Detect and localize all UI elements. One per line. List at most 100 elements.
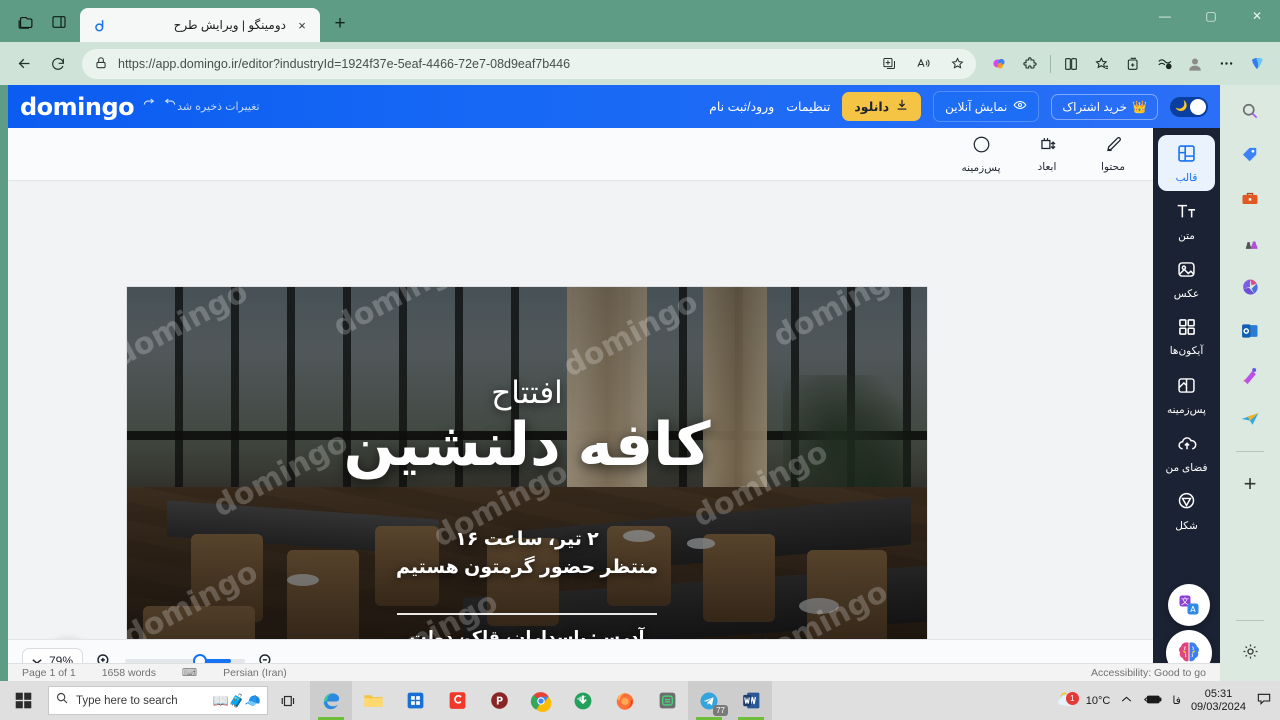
telegram-unread-badge: 77 [713,705,728,716]
taskbar-app-edge[interactable] [310,681,352,720]
domingo-logo[interactable]: domingo [20,93,135,121]
taskbar-app-chrome[interactable] [520,681,562,720]
favorite-star-icon[interactable] [944,51,970,77]
taskbar-app-pycharm[interactable] [478,681,520,720]
sidebar-item-template[interactable]: قالب [1158,135,1215,191]
new-tab-button[interactable]: + [326,10,354,38]
notification-icon[interactable] [1256,691,1272,710]
sidebar-label-icons: آیکون‌ها [1169,345,1204,357]
word-accessibility: Accessibility: Good to go [1091,666,1206,679]
language-indicator[interactable]: فا [1172,694,1181,707]
save-status: تغییرات ذخیره شد [177,101,260,113]
download-button[interactable]: دانلود [842,92,922,121]
svg-text:文: 文 [1181,596,1189,606]
taskbar-app-notepad-green[interactable] [646,681,688,720]
split-screen-icon[interactable] [876,51,902,77]
gear-icon[interactable] [1234,635,1266,667]
toggle-knob [1190,98,1206,115]
image-creator-icon[interactable] [1234,359,1266,391]
add-sidebar-app-button[interactable]: + [1234,468,1266,500]
taskbar-app-microsoft-store[interactable] [394,681,436,720]
minimize-button[interactable]: — [1142,0,1188,32]
app-header: domingo تغییرات ذخیره شد 🌙 👑 خرید اشتراک… [8,85,1220,128]
copilot-brain-icon[interactable] [984,49,1014,79]
zoom-slider[interactable] [125,653,246,668]
poster-divider [397,613,657,615]
tool-content[interactable]: محتوا [1089,135,1137,173]
taskbar-search-input[interactable]: Type here to search 📖🧳🧢 [48,686,268,715]
domingo-d-icon [92,17,109,34]
taskbar-app-idm[interactable] [562,681,604,720]
telegram-paperplane-icon[interactable] [1234,403,1266,435]
translate-button[interactable]: 文 A [1168,584,1210,626]
sidebar-label-my-space: فضای من [1165,461,1208,474]
weather-widget[interactable]: 1 10°C [1056,688,1110,713]
favorites-list-icon[interactable] [1087,49,1117,79]
office-icon[interactable] [1234,271,1266,303]
clock-time: 05:31 [1204,687,1233,700]
tab-actions-icon[interactable] [44,8,74,36]
editor-canvas[interactable]: domingo domingo domingo domingo domingo … [8,181,1153,681]
search-icon[interactable] [1234,95,1266,127]
back-icon[interactable] [8,48,40,80]
domingo-editor-app: domingo تغییرات ذخیره شد 🌙 👑 خرید اشتراک… [8,85,1220,681]
browser-tab[interactable]: دومینگو | ویرایش طرح × [80,8,320,42]
undo-icon[interactable] [163,97,177,116]
tools-briefcase-icon[interactable] [1234,183,1266,215]
outlook-icon[interactable] [1234,315,1266,347]
battery-charging-icon[interactable] [1143,693,1162,709]
taskbar-app-firefox[interactable] [604,681,646,720]
sidebar-item-icons[interactable]: آیکون‌ها [1158,309,1215,365]
sidebar-item-my-space[interactable]: فضای من [1158,425,1215,481]
browser-essentials-icon[interactable] [1149,49,1179,79]
maximize-button[interactable]: ▢ [1188,0,1234,32]
tool-background[interactable]: پس‌زمینه [957,134,1005,174]
tool-dimensions[interactable]: ابعاد [1023,135,1071,173]
editor-sidebar: قالب متن عکس [1153,128,1220,681]
taskbar-app-camtasia[interactable] [436,681,478,720]
taskbar-app-telegram[interactable]: 77 [688,681,730,720]
subscribe-button[interactable]: 👑 خرید اشتراک [1051,93,1158,120]
windows-start-icon[interactable] [0,681,46,720]
download-icon [895,98,909,115]
games-icon[interactable] [1234,227,1266,259]
read-aloud-icon[interactable] [910,51,936,77]
settings-link[interactable]: تنظیمات [786,99,830,114]
tool-background-label: پس‌زمینه [961,162,1001,174]
word-status-bar: Page 1 of 1 1658 words ⌨ Persian (Iran) … [8,663,1220,681]
split-window-icon[interactable] [1056,49,1086,79]
workspaces-icon[interactable] [10,8,40,36]
poster-invite[interactable]: منتظر حضور گرمتون هستیم [396,556,658,579]
tool-content-label: محتوا [1101,161,1125,173]
reload-icon[interactable] [42,48,74,80]
collections-icon[interactable] [1118,49,1148,79]
sidebar-label-shape: شکل [1175,519,1198,532]
task-view-icon[interactable] [268,681,310,720]
extensions-puzzle-icon[interactable] [1015,49,1045,79]
shopping-tag-icon[interactable] [1234,139,1266,171]
more-settings-icon[interactable] [1211,49,1241,79]
search-icon [55,691,69,710]
login-register-link[interactable]: ورود/ثبت نام [709,99,774,114]
sidebar-item-text[interactable]: متن [1158,193,1215,249]
profile-avatar-icon[interactable] [1180,49,1210,79]
sidebar-item-background[interactable]: پس‌زمینه [1158,367,1215,423]
sidebar-item-shape[interactable]: شکل [1158,483,1215,539]
clock[interactable]: 05:31 09/03/2024 [1191,688,1246,714]
poster-title[interactable]: کافه دلنشین [343,413,710,476]
sidebar-item-image[interactable]: عکس [1158,251,1215,307]
address-bar[interactable]: https://app.domingo.ir/editor?industryId… [82,48,976,79]
svg-text:A: A [1190,605,1196,614]
show-hidden-icons-icon[interactable] [1120,693,1133,709]
poster-datetime[interactable]: ۲ تیر، ساعت ۱۶ [455,528,599,551]
tab-close-icon[interactable]: × [292,15,312,35]
poster-design[interactable]: domingo domingo domingo domingo domingo … [127,287,927,681]
copilot-icon[interactable] [1242,49,1272,79]
close-button[interactable]: ✕ [1234,0,1280,32]
redo-icon[interactable] [142,97,156,116]
taskbar-app-word[interactable] [730,681,772,720]
taskbar-app-file-explorer[interactable] [352,681,394,720]
poster-eyebrow[interactable]: افتتاح [491,375,563,411]
online-preview-button[interactable]: نمایش آنلاین [933,91,1040,122]
dark-mode-toggle[interactable]: 🌙 [1170,96,1208,117]
